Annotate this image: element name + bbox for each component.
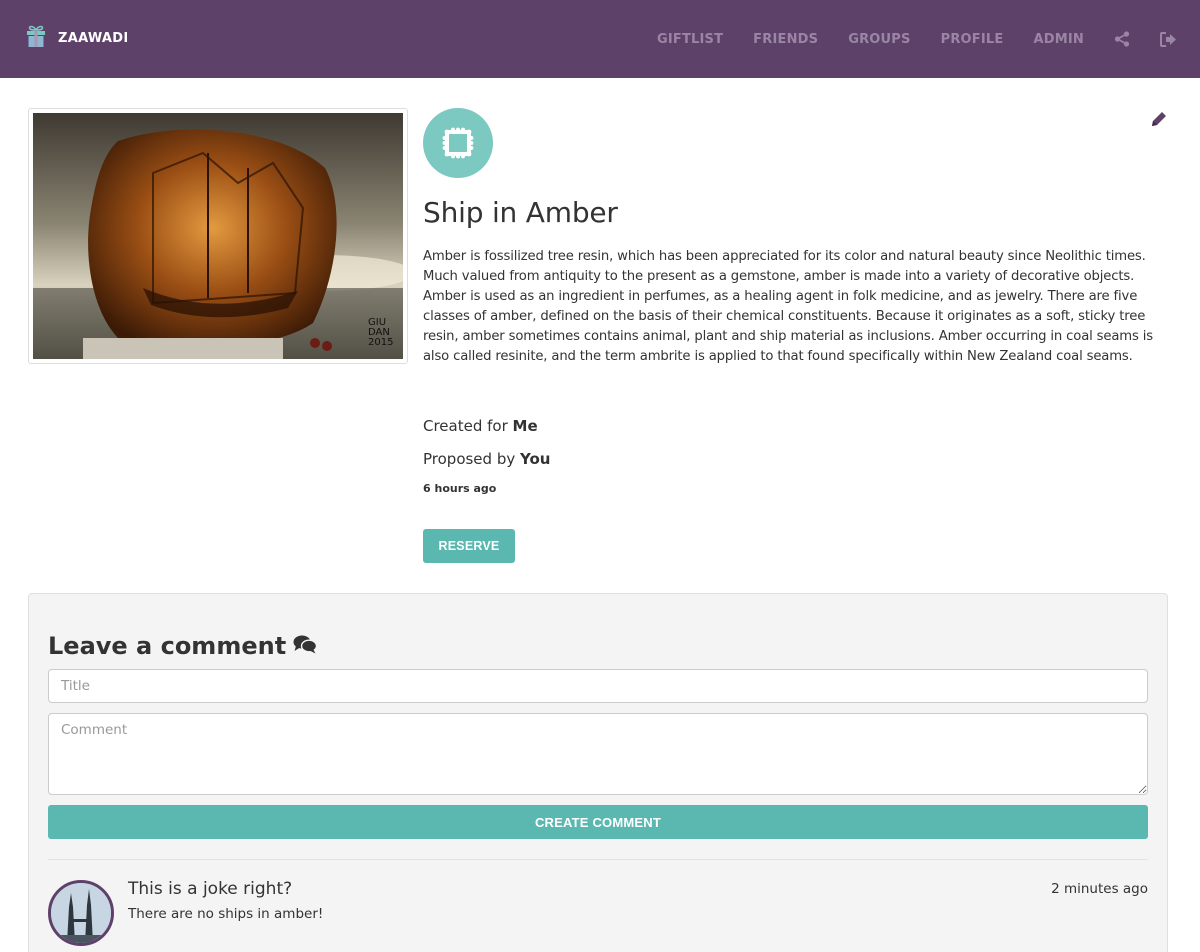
comment-panel: Leave a comment CREATE COMMENT This is a… [28, 593, 1168, 952]
proposed-by-value: You [520, 450, 551, 468]
nav-admin[interactable]: ADMIN [1033, 32, 1084, 47]
brand[interactable]: ZAAWADI [26, 22, 129, 54]
created-for: Created for Me [423, 417, 538, 435]
sign-out-icon[interactable] [1160, 31, 1177, 47]
nav-profile[interactable]: PROFILE [941, 32, 1004, 47]
comment-body-input[interactable] [48, 713, 1148, 795]
navbar: ZAAWADI GIFTLIST FRIENDS GROUPS PROFILE … [0, 0, 1200, 78]
nav-groups[interactable]: GROUPS [848, 32, 910, 47]
avatar[interactable] [48, 880, 114, 946]
created-for-label: Created for [423, 417, 508, 435]
comment-title-input[interactable] [48, 669, 1148, 703]
share-icon[interactable] [1114, 31, 1130, 47]
brand-name: ZAAWADI [58, 30, 129, 46]
item-image: GIU DAN 2015 [28, 108, 408, 364]
item-title: Ship in Amber [423, 196, 618, 229]
item-time-ago: 6 hours ago [423, 482, 497, 495]
reserve-button[interactable]: RESERVE [423, 529, 515, 563]
proposed-by-label: Proposed by [423, 450, 516, 468]
create-comment-button[interactable]: CREATE COMMENT [48, 805, 1148, 839]
divider [48, 859, 1148, 860]
gift-icon [26, 24, 46, 52]
item-description: Amber is fossilized tree resin, which ha… [423, 249, 1153, 364]
comment-time: 2 minutes ago [1051, 881, 1148, 897]
comment-heading-text: Leave a comment [48, 632, 287, 660]
comments-icon [286, 632, 318, 660]
nav-giftlist[interactable]: GIFTLIST [657, 32, 723, 47]
main-nav: GIFTLIST FRIENDS GROUPS PROFILE ADMIN [657, 0, 1200, 78]
nav-friends[interactable]: FRIENDS [753, 32, 818, 47]
stamp-icon [423, 108, 493, 178]
comment-heading: Leave a comment [48, 632, 318, 660]
pencil-icon[interactable] [1150, 110, 1168, 132]
proposed-by: Proposed by You [423, 450, 550, 468]
comment-title: This is a joke right? [128, 879, 293, 899]
comment-body: There are no ships in amber! [128, 906, 324, 922]
created-for-value: Me [512, 417, 538, 435]
